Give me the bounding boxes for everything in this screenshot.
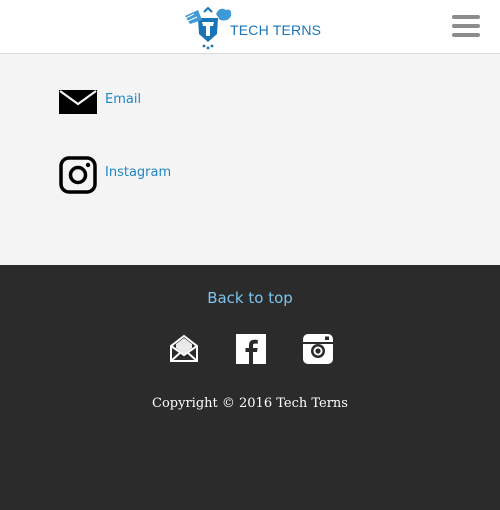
- back-to-top-link[interactable]: Back to top: [0, 289, 500, 307]
- menu-bar: [452, 15, 480, 19]
- contact-email-link[interactable]: Email: [59, 90, 141, 114]
- contact-instagram-link[interactable]: Instagram: [59, 156, 171, 194]
- contact-email-label: Email: [105, 91, 142, 107]
- contact-section: Email Instagram: [0, 54, 500, 265]
- site-header: TECH TERNS: [0, 0, 500, 54]
- tech-terns-logo-icon: [185, 6, 232, 50]
- menu-bar: [452, 33, 480, 37]
- copyright-text: Copyright © 2016 Tech Terns: [152, 396, 348, 411]
- hamburger-menu-button[interactable]: [452, 13, 482, 39]
- open-envelope-icon[interactable]: [169, 334, 199, 364]
- contact-instagram-label: Instagram: [105, 164, 172, 180]
- site-footer: Back to top Copyright © 2016 Tech Terns: [0, 265, 500, 510]
- instagram-camera-icon[interactable]: [303, 334, 333, 364]
- logo-text: TECH TERNS: [230, 22, 322, 38]
- envelope-icon: [59, 90, 97, 114]
- facebook-icon[interactable]: [236, 334, 266, 364]
- menu-bar: [452, 24, 480, 28]
- instagram-icon: [59, 156, 97, 194]
- site-logo[interactable]: TECH TERNS: [182, 4, 322, 50]
